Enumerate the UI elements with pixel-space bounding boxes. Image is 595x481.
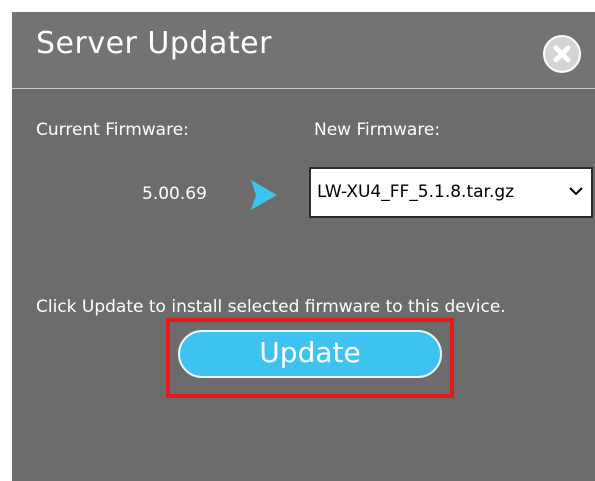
chevron-down-icon <box>569 187 583 196</box>
server-updater-dialog: Server Updater Current Firmware: New Fir… <box>12 12 595 481</box>
new-firmware-label: New Firmware: <box>314 120 441 140</box>
update-button[interactable]: Update <box>178 330 442 378</box>
instructions-text: Click Update to install selected firmwar… <box>36 297 506 317</box>
firmware-select[interactable]: LW-XU4_FF_5.1.8.tar.gz <box>309 167 593 218</box>
dialog-title: Server Updater <box>36 26 272 61</box>
close-icon[interactable] <box>543 35 581 73</box>
selected-firmware-value: LW-XU4_FF_5.1.8.tar.gz <box>317 182 515 202</box>
title-bar: Server Updater <box>12 12 595 89</box>
current-firmware-label: Current Firmware: <box>36 120 189 140</box>
play-arrow-icon <box>251 180 277 210</box>
current-firmware-version: 5.00.69 <box>142 184 207 204</box>
